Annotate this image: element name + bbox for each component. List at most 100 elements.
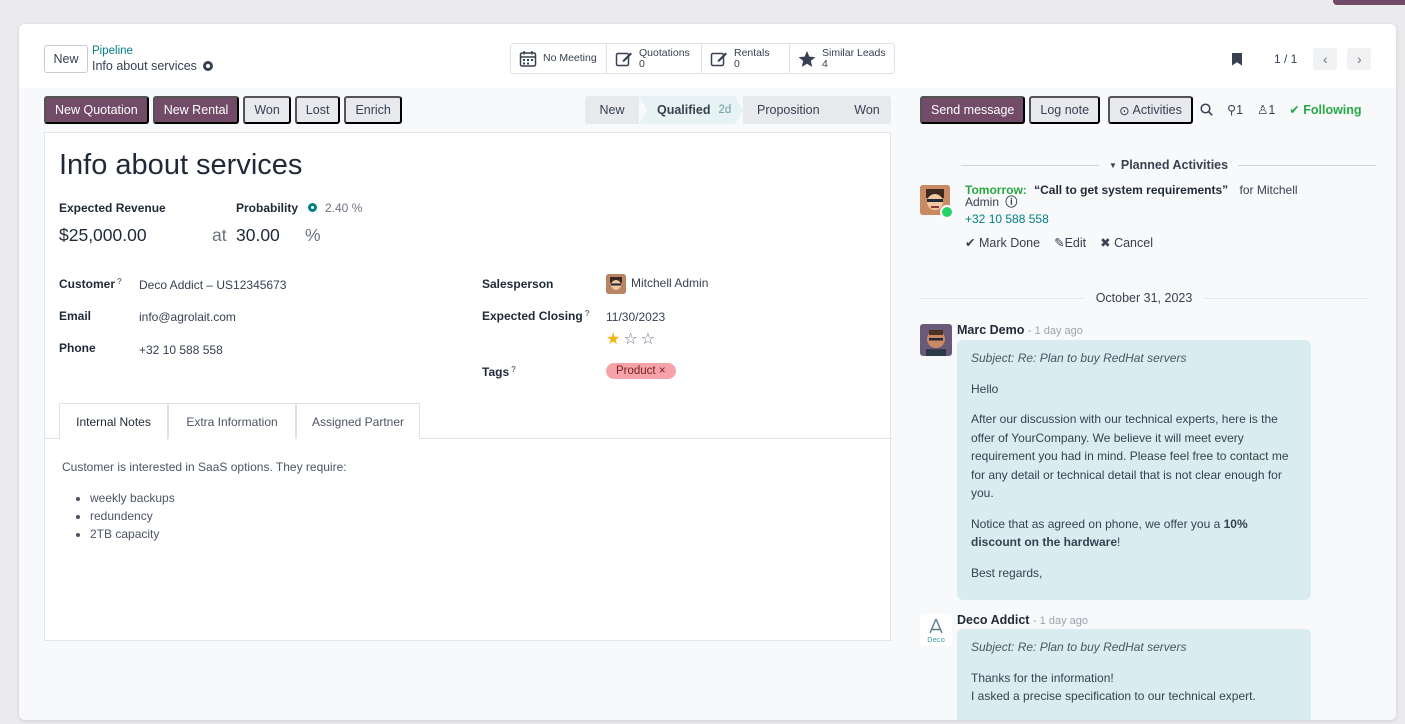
attachments-count: 1 — [1236, 103, 1244, 117]
date-separator-label: October 31, 2023 — [1095, 291, 1193, 305]
author-name[interactable]: Marc Demo — [957, 323, 1024, 337]
close-icon[interactable]: × — [659, 365, 666, 377]
gear-icon[interactable] — [202, 61, 213, 71]
smart-button-label: Similar Leads — [822, 46, 886, 59]
stage-qualified[interactable]: Qualified 2d — [639, 96, 743, 124]
following-button[interactable]: ✔ Following — [1289, 102, 1361, 117]
expected-closing-field[interactable]: 11/30/2023 — [606, 310, 665, 324]
smart-button-label: Rentals — [734, 46, 770, 59]
smart-button-label: Quotations — [639, 46, 690, 59]
send-message-button[interactable]: Send message — [920, 96, 1026, 124]
tags-label: Tags? — [482, 365, 516, 379]
message-author: Deco Addict - 1 day ago — [957, 613, 1088, 627]
cancel-activity-button[interactable]: ✖ Cancel — [1100, 235, 1153, 250]
edit-activity-button[interactable]: ✎Edit — [1054, 235, 1086, 250]
info-icon[interactable]: ⓘ — [1005, 195, 1017, 209]
breadcrumb-pipeline-link[interactable]: Pipeline — [92, 45, 213, 58]
phone-label: Phone — [59, 341, 96, 355]
enrich-button[interactable]: Enrich — [344, 96, 402, 124]
message-time: - 1 day ago — [1027, 325, 1083, 337]
new-button[interactable]: New — [44, 45, 88, 73]
lead-form-window: New Pipeline Info about services No Meet… — [19, 24, 1396, 720]
breadcrumb-current: Info about services — [92, 58, 213, 74]
priority-star-icon[interactable]: ☆ — [641, 329, 655, 349]
planned-activities-title: Planned Activities — [1120, 158, 1229, 172]
followers-count: 1 — [1268, 103, 1276, 117]
status-bar: New Quotation New Rental Won Lost Enrich… — [19, 88, 899, 128]
log-note-button[interactable]: Log note — [1029, 96, 1101, 124]
probability-value[interactable]: 30.00 — [236, 225, 280, 246]
avatar[interactable]: Deco — [920, 614, 952, 646]
stage-new[interactable]: New — [585, 96, 639, 124]
expected-revenue-label: Expected Revenue — [59, 201, 166, 215]
tab-internal-notes[interactable]: Internal Notes — [59, 403, 168, 440]
attachments-button[interactable]: ⚲1 — [1227, 102, 1243, 117]
tab-assigned-partner[interactable]: Assigned Partner — [296, 403, 420, 439]
smart-button-quotations[interactable]: Quotations 0 — [607, 44, 702, 73]
customer-label-text: Customer — [59, 277, 116, 291]
pencil-icon: ✎ — [1054, 236, 1065, 250]
chatter-icons: ⚲1 ♙1 ✔ Following — [1200, 102, 1362, 117]
phone-field[interactable]: +32 10 588 558 — [139, 343, 223, 357]
activities-button[interactable]: ⊙ Activities — [1108, 96, 1193, 124]
priority-stars: ★ ☆ ☆ — [606, 329, 655, 349]
lead-title[interactable]: Info about services — [59, 149, 302, 182]
control-panel: New Pipeline Info about services No Meet… — [19, 24, 1396, 88]
stage-proposition[interactable]: Proposition — [743, 96, 843, 124]
list-item: 2TB capacity — [90, 525, 347, 543]
mark-done-button[interactable]: ✔ Mark Done — [965, 235, 1040, 250]
activity-phone[interactable]: +32 10 588 558 — [965, 212, 1049, 226]
percent-label: % — [305, 225, 321, 245]
new-rental-button[interactable]: New Rental — [152, 96, 240, 124]
notebook-tabs: Internal Notes Extra Information Assigne… — [45, 403, 892, 440]
offer-text: Notice that as agreed on phone, we offer… — [971, 516, 1224, 531]
salesperson-field[interactable]: Mitchell Admin — [606, 274, 708, 294]
planned-activities-header[interactable]: ▼ Planned Activities — [906, 158, 1377, 172]
tag-badge[interactable]: Product × — [606, 363, 676, 379]
message-line: Thanks for the information! — [971, 670, 1114, 685]
bookmark-icon[interactable] — [1232, 52, 1242, 66]
priority-star-icon[interactable]: ★ — [606, 329, 620, 349]
message-body: After our discussion with our technical … — [971, 412, 1289, 500]
divider — [920, 297, 1084, 299]
smart-button-count: 0 — [734, 57, 740, 70]
expected-closing-label: Expected Closing? — [482, 309, 590, 323]
message-line: I asked a precise specification to our t… — [971, 689, 1256, 703]
smart-button-similar-leads[interactable]: Similar Leads 4 — [790, 44, 894, 73]
customer-field[interactable]: Deco Addict – US12345673 — [139, 278, 286, 292]
won-button[interactable]: Won — [243, 96, 291, 124]
check-icon: ✔ — [1289, 103, 1304, 117]
stage-won[interactable]: Won — [843, 96, 891, 124]
lost-button[interactable]: Lost — [294, 96, 341, 124]
notes-list: weekly backups redundency 2TB capacity — [90, 489, 347, 543]
pager-next-button[interactable]: › — [1347, 48, 1372, 70]
stage-label: Qualified — [657, 103, 711, 117]
help-icon[interactable]: ? — [511, 365, 516, 374]
activity-assignee: Admin — [965, 195, 1000, 209]
edit-icon — [615, 52, 632, 66]
pager-previous-button[interactable]: ‹ — [1313, 48, 1338, 70]
internal-notes-editor[interactable]: Customer is interested in SaaS options. … — [62, 458, 347, 543]
new-quotation-button[interactable]: New Quotation — [44, 96, 149, 124]
gear-icon[interactable] — [308, 203, 317, 212]
smart-button-rentals[interactable]: Rentals 0 — [702, 44, 790, 73]
activity-name: “Call to get system requirements” — [1034, 183, 1229, 197]
help-icon[interactable]: ? — [585, 309, 590, 318]
pager-value[interactable]: 1 / 1 — [1274, 52, 1297, 66]
email-field[interactable]: info@agrolait.com — [139, 310, 236, 324]
help-icon[interactable]: ? — [117, 277, 122, 286]
smart-button-meeting[interactable]: No Meeting — [511, 44, 607, 73]
stage-label: Proposition — [757, 103, 820, 117]
deco-logo-text: Deco — [927, 636, 945, 644]
followers-button[interactable]: ♙1 — [1257, 102, 1275, 117]
expected-revenue-value[interactable]: $25,000.00 — [59, 225, 147, 246]
list-item: weekly backups — [90, 489, 347, 507]
avatar[interactable] — [920, 324, 952, 356]
search-icon[interactable] — [1200, 103, 1213, 116]
cancel-label: Cancel — [1114, 236, 1153, 250]
priority-star-icon[interactable]: ☆ — [623, 329, 637, 349]
tab-extra-information[interactable]: Extra Information — [168, 403, 296, 439]
smart-button-count: 4 — [822, 57, 828, 70]
author-name[interactable]: Deco Addict — [957, 613, 1029, 627]
user-icon: ♙ — [1257, 103, 1269, 117]
